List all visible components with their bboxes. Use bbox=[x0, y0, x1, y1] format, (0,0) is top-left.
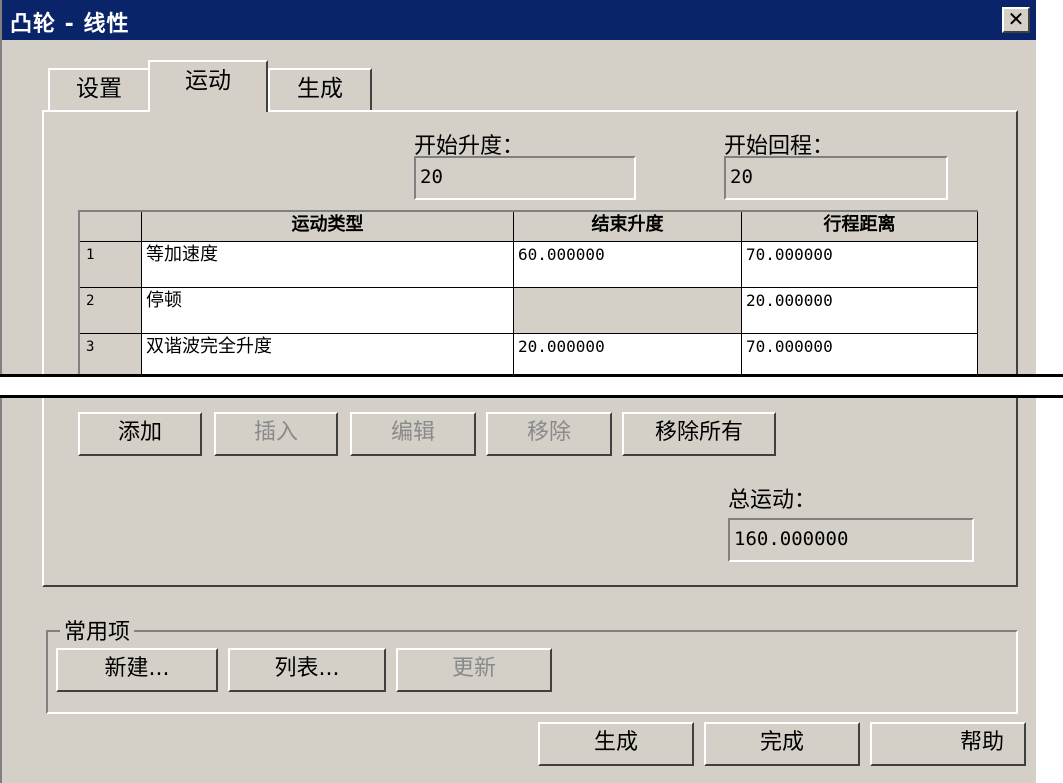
new-button[interactable]: 新建... bbox=[56, 648, 218, 692]
start-lift-field[interactable]: 20 bbox=[414, 156, 636, 200]
total-motion-label: 总运动： bbox=[728, 488, 817, 513]
tab-generate[interactable]: 生成 bbox=[268, 68, 372, 112]
insert-button[interactable]: 插入 bbox=[214, 412, 338, 456]
tab-settings[interactable]: 设置 bbox=[48, 68, 148, 112]
table-corner bbox=[80, 212, 142, 242]
table-cell-end-lift bbox=[514, 288, 742, 334]
table-cell-motion-type[interactable]: 停顿 bbox=[142, 288, 514, 334]
screenshot-cut-band bbox=[0, 374, 1063, 398]
row-number[interactable]: 1 bbox=[80, 242, 142, 288]
list-button[interactable]: 列表... bbox=[228, 648, 386, 692]
remove-button[interactable]: 移除 bbox=[486, 412, 612, 456]
edit-button[interactable]: 编辑 bbox=[350, 412, 476, 456]
table-cell-end-lift[interactable]: 60.000000 bbox=[514, 242, 742, 288]
done-button[interactable]: 完成 bbox=[704, 722, 860, 766]
column-header-motion-type[interactable]: 运动类型 bbox=[142, 212, 514, 242]
table-cell-distance[interactable]: 20.000000 bbox=[742, 288, 978, 334]
remove-all-button[interactable]: 移除所有 bbox=[622, 412, 776, 456]
generate-button[interactable]: 生成 bbox=[538, 722, 694, 766]
window-title: 凸轮 - 线性 bbox=[10, 12, 130, 37]
help-button[interactable]: 帮助 bbox=[870, 722, 1026, 766]
add-button[interactable]: 添加 bbox=[78, 412, 202, 456]
total-motion-field: 160.000000 bbox=[728, 518, 974, 562]
tab-motion[interactable]: 运动 bbox=[148, 60, 268, 112]
table-cell-motion-type[interactable]: 等加速度 bbox=[142, 242, 514, 288]
start-return-field[interactable]: 20 bbox=[724, 156, 948, 200]
motion-table: 运动类型 结束升度 行程距离 1 等加速度 60.000000 70.00000… bbox=[78, 210, 978, 380]
common-items-label: 常用项 bbox=[60, 614, 135, 646]
column-header-end-lift[interactable]: 结束升度 bbox=[514, 212, 742, 242]
row-number[interactable]: 2 bbox=[80, 288, 142, 334]
column-header-distance[interactable]: 行程距离 bbox=[742, 212, 978, 242]
table-cell-distance[interactable]: 70.000000 bbox=[742, 242, 978, 288]
close-icon[interactable]: ✕ bbox=[1002, 7, 1030, 33]
title-bar: 凸轮 - 线性 ✕ bbox=[2, 0, 1036, 40]
update-button[interactable]: 更新 bbox=[396, 648, 552, 692]
